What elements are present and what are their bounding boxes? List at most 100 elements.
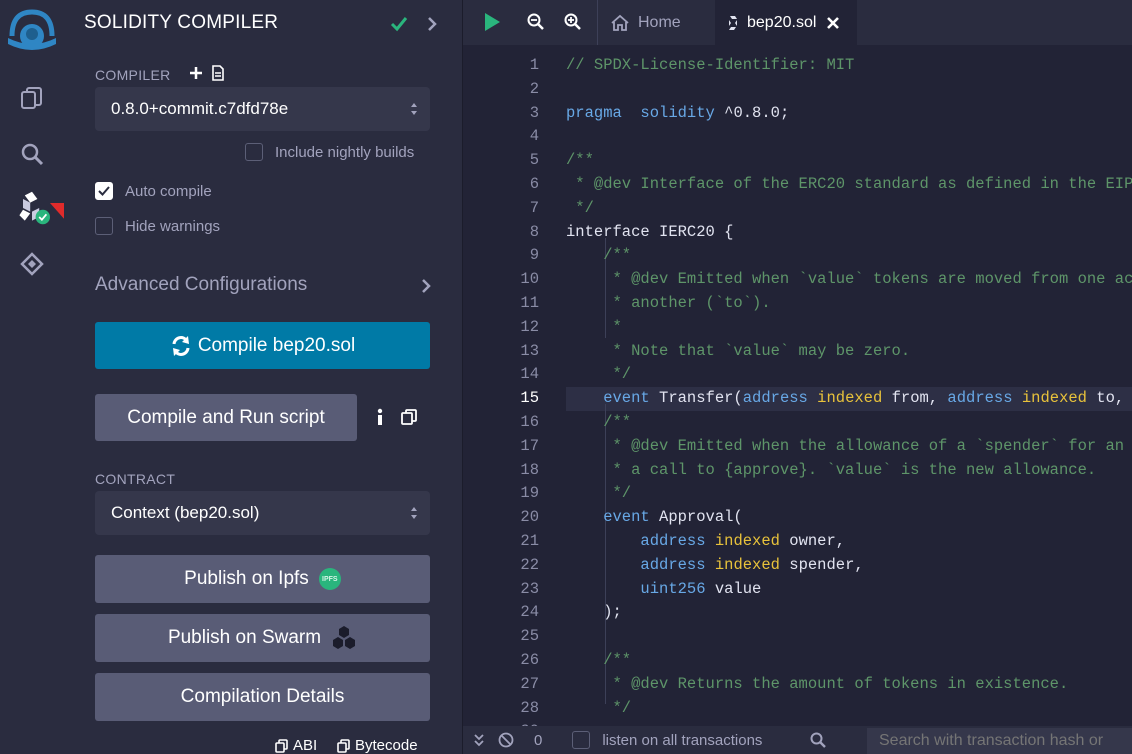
code-token: event	[566, 508, 650, 527]
select-updown-icon	[411, 507, 417, 519]
editor-tabbar: Home bep20.sol	[463, 0, 1132, 45]
add-compiler-icon[interactable]	[189, 66, 203, 80]
line-number: 18	[520, 460, 539, 479]
search-icon[interactable]	[14, 136, 50, 172]
line-number: 7	[529, 198, 539, 217]
abi-copy[interactable]: ABI	[275, 737, 317, 754]
code-token: /**	[566, 651, 632, 669]
line-number: 12	[520, 317, 539, 336]
solidity-file-icon	[729, 15, 737, 30]
line-number: 16	[520, 413, 539, 431]
hide-warnings-row[interactable]: Hide warnings	[95, 217, 220, 235]
code-token: indexed	[817, 389, 883, 408]
code-token: * a call to {approve}. `value` is the ne…	[566, 460, 1097, 479]
transaction-search-input[interactable]	[867, 728, 1132, 754]
nightly-builds-row[interactable]: Include nightly builds	[245, 143, 414, 161]
zoom-out-icon[interactable]	[527, 13, 545, 31]
listen-transactions-checkbox[interactable]	[572, 731, 591, 749]
code-token: */	[566, 365, 632, 384]
select-updown-icon	[411, 103, 417, 115]
code-token: event	[566, 389, 650, 408]
advanced-chevron-icon[interactable]	[420, 278, 432, 294]
code-token: owner,	[779, 532, 846, 550]
copy-icon[interactable]	[401, 409, 417, 425]
zoom-in-icon[interactable]	[564, 13, 582, 31]
code-line: uint256 value	[566, 580, 761, 598]
advanced-configurations-toggle[interactable]: Advanced Configurations	[95, 274, 307, 296]
publish-ipfs-label: Publish on Ipfs	[184, 568, 309, 589]
code-token: ^0.8.0;	[714, 103, 790, 122]
contract-select[interactable]: Context (bep20.sol)	[95, 491, 430, 535]
line-number: 9	[529, 246, 539, 265]
code-token: from,	[882, 389, 948, 408]
compiler-label: COMPILER	[95, 67, 171, 83]
compile-and-run-label: Compile and Run script	[127, 406, 325, 428]
code-line: * @dev Emitted when the allowance of a `…	[566, 437, 1132, 455]
code-token: pragma	[566, 103, 622, 122]
line-number: 21	[520, 532, 539, 550]
nightly-builds-checkbox[interactable]	[245, 143, 263, 161]
hide-warnings-checkbox[interactable]	[95, 217, 113, 235]
code-line: /**	[566, 151, 594, 169]
close-icon[interactable]	[826, 16, 840, 30]
file-explorer-icon[interactable]	[14, 80, 50, 116]
code-token: /**	[566, 413, 632, 431]
icon-panel	[0, 0, 231, 754]
compile-button[interactable]: Compile bep20.sol	[95, 322, 430, 369]
line-number: 20	[520, 508, 539, 527]
code-line: pragma solidity ^0.8.0;	[566, 104, 789, 122]
publish-swarm-button[interactable]: Publish on Swarm	[95, 614, 430, 662]
line-number: 23	[520, 579, 539, 598]
code-token: * Note that `value` may be zero.	[566, 341, 911, 360]
code-token: * @dev Emitted when `value` tokens are m…	[566, 270, 1132, 289]
code-token: * @dev Interface of the ERC20 standard a…	[566, 175, 1132, 193]
code-token: */	[566, 698, 632, 717]
code-token: address	[566, 532, 706, 550]
abi-label: ABI	[293, 737, 318, 754]
line-number: 17	[520, 436, 539, 455]
line-number: 8	[529, 222, 539, 241]
compiler-version-select[interactable]: 0.8.0+commit.c7dfd78e	[95, 87, 430, 131]
code-line: *	[566, 318, 622, 336]
editor-area: Home bep20.sol 1 2 3 4 5 6 7 8 9 10 11 12 13 14 15 16 17…	[463, 0, 1132, 754]
code-token: * @dev Emitted when the allowance of a `…	[612, 436, 1125, 455]
publish-ipfs-button[interactable]: Publish on Ipfs IPFS	[95, 555, 430, 603]
compiler-version-value: 0.8.0+commit.c7dfd78e	[111, 99, 289, 118]
code-token: // SPDX-License-Identifier: MIT	[566, 56, 855, 74]
code-token: uint256	[566, 579, 706, 598]
terminal-bar: 0 listen on all transactions	[463, 726, 1132, 754]
compile-and-run-button[interactable]: Compile and Run script	[95, 394, 357, 441]
bytecode-label: Bytecode	[355, 737, 418, 754]
info-icon[interactable]	[375, 408, 385, 426]
run-script-icon[interactable]	[483, 12, 501, 32]
compile-button-label: Compile bep20.sol	[197, 334, 356, 356]
tab-home[interactable]: Home	[597, 0, 715, 45]
auto-compile-row[interactable]: Auto compile	[95, 182, 212, 200]
line-number: 5	[529, 151, 539, 170]
tab-label: bep20.sol	[747, 13, 817, 31]
code-token: solidity	[640, 103, 715, 122]
code-token: interface IERC20 {	[566, 222, 734, 241]
compilation-details-button[interactable]: Compilation Details	[95, 673, 430, 721]
line-number: 2	[529, 79, 539, 98]
code-token: /**	[566, 151, 594, 170]
remix-logo-icon[interactable]	[4, 6, 60, 56]
line-number: 13	[520, 341, 539, 360]
collapse-terminal-icon[interactable]	[473, 733, 485, 747]
home-icon	[611, 14, 629, 31]
chevron-right-icon[interactable]	[426, 16, 438, 32]
code-line: /**	[566, 413, 631, 431]
line-number: 1	[529, 56, 539, 74]
clear-console-icon[interactable]	[498, 732, 514, 748]
code-token: indexed	[714, 532, 780, 550]
code-line: event Transfer(address indexed from, add…	[566, 389, 1132, 407]
compiler-docs-icon[interactable]	[211, 65, 225, 81]
tab-bep20-sol[interactable]: bep20.sol	[715, 0, 857, 45]
code-editor[interactable]: // SPDX-License-Identifier: MIT pragma so…	[566, 45, 1132, 720]
bytecode-copy[interactable]: Bytecode	[337, 737, 418, 754]
pending-tx-count: 0	[534, 731, 543, 749]
auto-compile-checkbox[interactable]	[95, 182, 113, 200]
code-token: address	[566, 555, 706, 574]
